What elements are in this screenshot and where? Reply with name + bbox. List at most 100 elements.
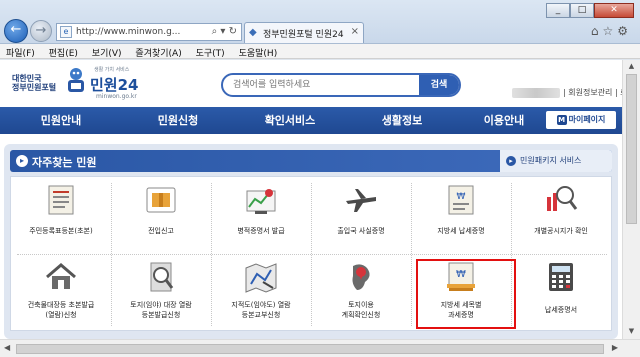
service-label: 지방세 납세증명 (437, 227, 485, 235)
nav-minwon-apply[interactable]: 민원신청 (122, 107, 234, 134)
cadastral-map-icon (245, 263, 277, 293)
favorites-title: 자주찾는 민원 (32, 156, 97, 169)
service-label-line2: 등본발급신청 (141, 311, 181, 319)
highlight-box (416, 259, 516, 329)
brand-domain: minwon.go.kr (96, 93, 137, 100)
address-bar[interactable]: e http://www.minwon.g... ⌕ ▾ ↻ (56, 23, 242, 41)
tax-certificate-icon: ₩ (448, 185, 474, 215)
service-label-line1: 토지이용 (348, 301, 374, 309)
tab-close-icon[interactable]: × (351, 26, 359, 37)
nav-usage-guide[interactable]: 이용안내 (458, 107, 550, 134)
service-label-line2: 계획확인신청 (341, 311, 381, 319)
address-url[interactable]: http://www.minwon.g... (76, 27, 180, 37)
service-military-certificate[interactable]: 병적증명서 발급 (211, 177, 311, 254)
service-label-line1: 건축물대장등 초본발급 (27, 301, 95, 309)
service-building-register[interactable]: 건축물대장등 초본발급 (열람)신청 (11, 254, 111, 331)
menu-edit[interactable]: 편집(E) (43, 44, 83, 59)
browser-titlebar: ← → e http://www.minwon.g... ⌕ ▾ ↻ ◆ 정부민… (0, 0, 640, 44)
mypage-label: 마이페이지 (568, 115, 606, 124)
horizontal-scrollbar[interactable]: ◀ ▶ (0, 339, 640, 357)
service-label-line1: 토지(임야) 대장 열람 (130, 301, 192, 309)
service-label-line2: (열람)신청 (45, 311, 77, 319)
tab-title: 정부민원포털 민원24 (263, 30, 344, 40)
logo-slogan: 생활 가치 서비스 (94, 67, 130, 73)
moving-box-icon (146, 187, 176, 213)
menu-view[interactable]: 보기(V) (86, 44, 127, 59)
service-label: 병적증명서 발급 (237, 227, 285, 235)
package-service-label: 민원패키지 서비스 (520, 156, 582, 165)
main-navigation: 민원안내 민원신청 확인서비스 생활정보 이용안내 M 마이페이지 (0, 107, 622, 134)
menu-file[interactable]: 파일(F) (0, 44, 40, 59)
vertical-scrollbar[interactable]: ▲ ▼ (622, 60, 640, 339)
menu-favorites[interactable]: 즐겨찾기(A) (129, 44, 186, 59)
svg-text:₩: ₩ (457, 192, 466, 202)
org-name: 대한민국 정부민원포털 (12, 74, 64, 92)
home-favorites-settings-icons[interactable]: ⌂☆⚙ (591, 24, 632, 38)
service-label-line2: 등본교부신청 (241, 311, 281, 319)
site-logo[interactable]: 대한민국 정부민원포털 생활 가치 서비스 민원24 minwon.go.kr (12, 66, 152, 100)
service-move-in-report[interactable]: 전입신고 (111, 177, 211, 254)
nav-verify-service[interactable]: 확인서비스 (234, 107, 346, 134)
close-button[interactable]: ✕ (594, 3, 634, 18)
service-label: 납세증명서 (544, 306, 578, 314)
nav-minwon-info[interactable]: 민원안내 (0, 107, 122, 134)
maximize-button[interactable]: □ (570, 3, 594, 18)
web-page: 대한민국 정부민원포털 생활 가치 서비스 민원24 minwon.go.kr … (0, 60, 622, 339)
scroll-right-icon[interactable]: ▶ (612, 343, 618, 352)
user-utility-links: | 회원정보관리 | 로그아웃 (512, 87, 622, 98)
ie-page-icon: e (60, 26, 72, 38)
map-pin-icon (352, 264, 370, 290)
org-name-line1: 대한민국 (12, 74, 42, 83)
service-cadastral-map[interactable]: 지적도(임야도) 열람 등본교부신청 (211, 254, 311, 331)
favorites-bullet-icon: ▸ (16, 155, 28, 167)
calculator-icon (549, 263, 573, 291)
forward-button[interactable]: → (30, 20, 52, 42)
minimize-button[interactable]: _ (546, 3, 570, 18)
service-land-price[interactable]: 개별공시지가 확인 (511, 177, 611, 254)
airplane-icon (346, 189, 376, 212)
chart-certificate-icon (246, 189, 276, 214)
search-button[interactable]: 검색 (419, 75, 459, 95)
scroll-up-icon[interactable]: ▲ (626, 62, 637, 72)
search-refresh-icons[interactable]: ⌕ ▾ ↻ (212, 26, 237, 37)
scroll-left-icon[interactable]: ◀ (4, 343, 10, 352)
window-controls: _ □ ✕ (546, 3, 634, 18)
service-land-register[interactable]: 토지(임야) 대장 열람 등본발급신청 (111, 254, 211, 331)
scroll-down-icon[interactable]: ▼ (626, 327, 637, 337)
arrow-circle-icon: ▸ (506, 156, 516, 166)
land-search-icon (150, 262, 174, 292)
nav-life-info[interactable]: 생활정보 (346, 107, 458, 134)
user-links[interactable]: | 회원정보관리 | 로그아웃 (563, 88, 622, 97)
browser-tab[interactable]: ◆ 정부민원포털 민원24 × (244, 22, 364, 43)
service-immigration-certificate[interactable]: 출입국 사실증명 (311, 177, 411, 254)
menu-help[interactable]: 도움말(H) (233, 44, 283, 59)
org-name-line2: 정부민원포털 (12, 83, 57, 92)
logo-mark-icon (68, 68, 84, 92)
service-label: 주민등록표등본(초본) (29, 227, 93, 235)
favorites-header: ▸ 자주찾는 민원 ▸ 민원패키지 서비스 (10, 150, 612, 172)
package-service-link[interactable]: ▸ 민원패키지 서비스 (500, 150, 612, 172)
service-label: 전입신고 (148, 227, 174, 235)
magnifier-chart-icon (547, 186, 578, 211)
menu-bar: 파일(F) 편집(E) 보기(V) 즐겨찾기(A) 도구(T) 도움말(H) (0, 44, 640, 59)
tab-favicon-icon: ◆ (249, 27, 257, 38)
back-button[interactable]: ← (4, 19, 28, 43)
service-tax-payment-certificate[interactable]: 납세증명서 (511, 254, 611, 331)
favorites-panel: ▸ 자주찾는 민원 ▸ 민원패키지 서비스 주민등록표등본(초본) 전입신고 병… (4, 144, 618, 339)
scroll-thumb[interactable] (626, 74, 637, 224)
service-local-tax-certificate[interactable]: ₩ 지방세 납세증명 (411, 177, 511, 254)
menu-tools[interactable]: 도구(T) (190, 44, 230, 59)
favorites-grid: 주민등록표등본(초본) 전입신고 병적증명서 발급 출입국 사실증명 ₩ 지방세… (10, 176, 612, 331)
service-label-line1: 지적도(임야도) 열람 (231, 301, 291, 309)
service-label: 개별공시지가 확인 (534, 227, 588, 235)
service-resident-registration[interactable]: 주민등록표등본(초본) (11, 177, 111, 254)
site-search: 검색 (221, 73, 461, 97)
house-icon (46, 263, 76, 289)
search-input[interactable] (233, 78, 418, 92)
mypage-button[interactable]: M 마이페이지 (546, 111, 616, 129)
service-label: 출입국 사실증명 (337, 227, 385, 235)
service-land-use-plan[interactable]: 토지이용 계획확인신청 (311, 254, 411, 331)
document-list-icon (48, 185, 74, 215)
mypage-icon: M (556, 115, 567, 125)
hscroll-thumb[interactable] (16, 344, 604, 354)
